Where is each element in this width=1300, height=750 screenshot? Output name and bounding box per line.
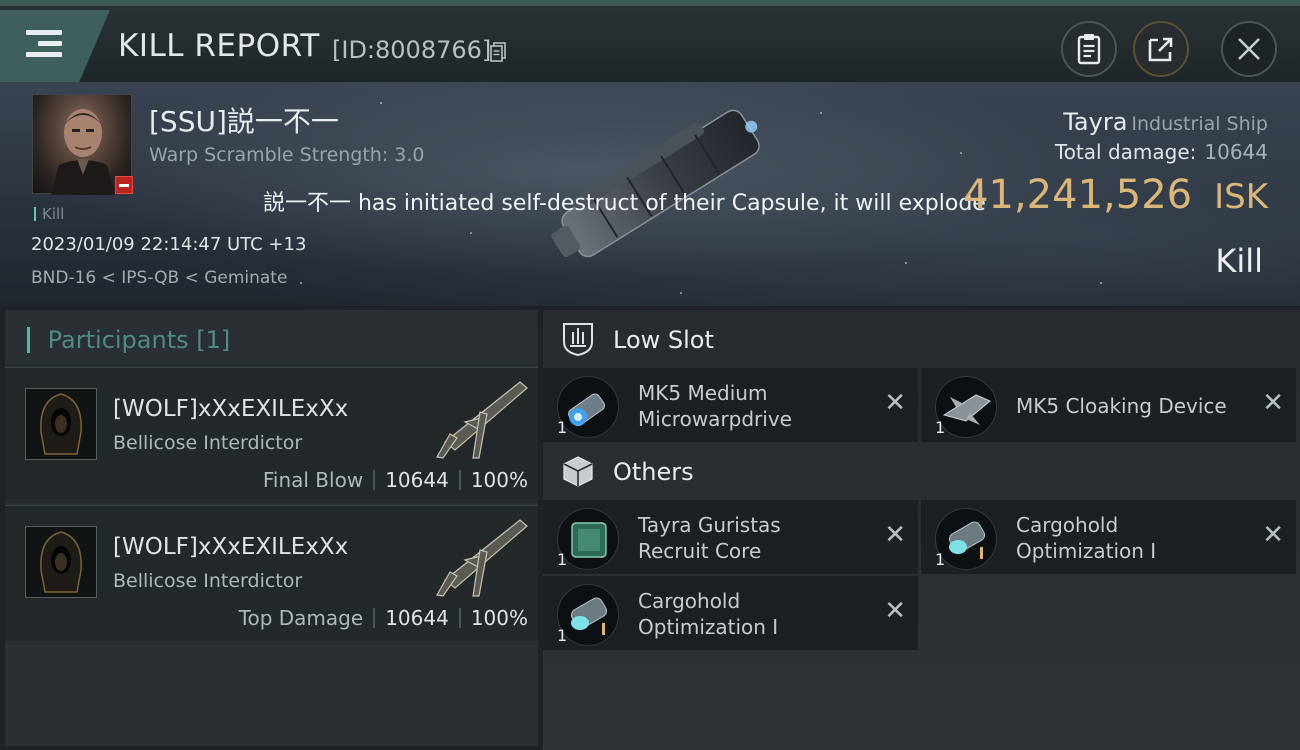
participant-ship-image	[436, 519, 528, 597]
destroyed-x-icon: ✕	[1262, 520, 1284, 550]
fitting-item[interactable]: 1 Cargohold Optimization I ✕	[921, 500, 1296, 574]
total-damage-label: Total damage:	[1054, 140, 1197, 164]
others-header: Others	[543, 442, 1300, 500]
item-name-line: Cargohold	[1016, 513, 1119, 537]
participant-stats: Top Damage 10644 100%	[239, 606, 528, 630]
ship-class: Industrial Ship	[1131, 113, 1268, 135]
item-name: MK5 Medium Microwarpdrive	[638, 380, 878, 432]
participants-title: Participants [1]	[27, 326, 231, 354]
item-name-line: MK5 Cloaking Device	[1016, 394, 1227, 418]
low-slot-header: Low Slot	[543, 310, 1300, 368]
participant-avatar	[25, 526, 97, 598]
participant-ship-image	[436, 381, 528, 459]
participants-label: Participants	[47, 326, 189, 354]
clipboard-button[interactable]	[1061, 21, 1117, 77]
victim-ship[interactable]: Tayra Industrial Ship	[1063, 108, 1268, 136]
clipboard-icon	[1077, 34, 1101, 65]
kill-location[interactable]: BND-16 < IPS-QB < Geminate	[31, 268, 287, 288]
participant-role: Final Blow	[262, 468, 364, 492]
isk-value: 41,241,526 ISK	[963, 172, 1268, 218]
kill-tag: Kill	[34, 205, 64, 223]
item-name: Cargohold Optimization I	[638, 588, 878, 640]
fitting-item[interactable]: 1 MK5 Medium Microwarpdrive ✕	[543, 368, 918, 442]
kill-result: Kill	[1215, 242, 1263, 280]
item-quantity: 1	[557, 550, 568, 569]
destroyed-x-icon: ✕	[884, 520, 906, 550]
report-id: [ID:8008766]	[332, 36, 492, 64]
killed-badge	[115, 176, 133, 194]
participant-role: Top Damage	[238, 606, 364, 630]
isk-amount: 41,241,526	[963, 172, 1193, 218]
participant-name: [WOLF]xXxEXILExXx	[113, 534, 349, 560]
total-damage: Total damage: 10644	[1055, 140, 1268, 164]
participant-name: [WOLF]xXxEXILExXx	[113, 396, 349, 422]
kill-datetime: 2023/01/09 22:14:47 UTC +13	[31, 234, 307, 255]
destroyed-x-icon: ✕	[884, 596, 906, 626]
fitting-item[interactable]: 1 Cargohold Optimization I ✕	[543, 576, 918, 650]
copy-icon[interactable]	[490, 42, 506, 62]
participant-row[interactable]: [WOLF]xXxEXILExXx Bellicose Interdictor …	[5, 367, 538, 503]
participant-avatar	[25, 388, 97, 460]
kill-summary: [SSU]説一不一 Warp Scramble Strength: 3.0 Ki…	[0, 82, 1300, 306]
page-title: KILL REPORT	[118, 28, 320, 64]
participant-percent: 100%	[470, 606, 528, 630]
low-slot-icon	[563, 323, 593, 356]
item-name: Tayra Guristas Recruit Core	[638, 512, 878, 564]
item-name: Cargohold Optimization I	[1016, 512, 1256, 564]
participant-percent: 100%	[470, 468, 528, 492]
cube-icon	[563, 456, 593, 487]
item-name-line: Cargohold	[638, 589, 741, 613]
destroyed-x-icon: ✕	[1262, 388, 1284, 418]
self-destruct-message: 説一不一 has initiated self-destruct of thei…	[263, 191, 986, 216]
share-button[interactable]	[1133, 21, 1189, 77]
ship-name: Tayra	[1063, 108, 1128, 136]
item-name-line: Microwarpdrive	[638, 407, 792, 431]
participant-ship: Bellicose Interdictor	[113, 570, 303, 592]
fitting-item[interactable]: 1 MK5 Cloaking Device ✕	[921, 368, 1296, 442]
participants-count: [1]	[196, 326, 231, 354]
item-name-line: Optimization I	[638, 615, 779, 639]
item-name-line: Recruit Core	[638, 539, 762, 563]
warp-scramble-strength: Warp Scramble Strength: 3.0	[149, 144, 425, 166]
item-quantity: 1	[935, 418, 946, 437]
low-slot-title: Low Slot	[613, 326, 714, 354]
participant-damage: 10644	[385, 606, 449, 630]
item-name-line: MK5 Medium	[638, 381, 768, 405]
fitting-item[interactable]: 1 Tayra Guristas Recruit Core ✕	[543, 500, 918, 574]
destroyed-x-icon: ✕	[884, 388, 906, 418]
fitting-panel: Low Slot 1 MK5 Medium Microwarpdrive ✕ 1	[543, 310, 1300, 750]
item-quantity: 1	[557, 626, 568, 645]
participant-damage: 10644	[385, 468, 449, 492]
header-bar: KILL REPORT [ID:8008766]	[0, 0, 1300, 82]
others-title: Others	[613, 458, 694, 486]
participants-panel: Participants [1] [WOLF]xXxEXILExXx Belli…	[5, 310, 538, 746]
participant-row[interactable]: [WOLF]xXxEXILExXx Bellicose Interdictor …	[5, 505, 538, 641]
item-quantity: 1	[557, 418, 568, 437]
item-name-line: Tayra Guristas	[638, 513, 781, 537]
total-damage-value: 10644	[1204, 140, 1268, 164]
menu-icon	[26, 30, 62, 58]
participant-stats: Final Blow 10644 100%	[263, 468, 528, 492]
item-name: MK5 Cloaking Device	[1016, 393, 1256, 419]
close-button[interactable]	[1221, 21, 1277, 77]
share-icon	[1148, 37, 1173, 62]
participant-ship: Bellicose Interdictor	[113, 432, 303, 454]
item-quantity: 1	[935, 550, 946, 569]
victim-name[interactable]: [SSU]説一不一	[149, 100, 339, 140]
item-name-line: Optimization I	[1016, 539, 1157, 563]
close-icon	[1238, 38, 1260, 60]
isk-unit: ISK	[1214, 177, 1268, 217]
menu-button[interactable]	[0, 10, 110, 82]
